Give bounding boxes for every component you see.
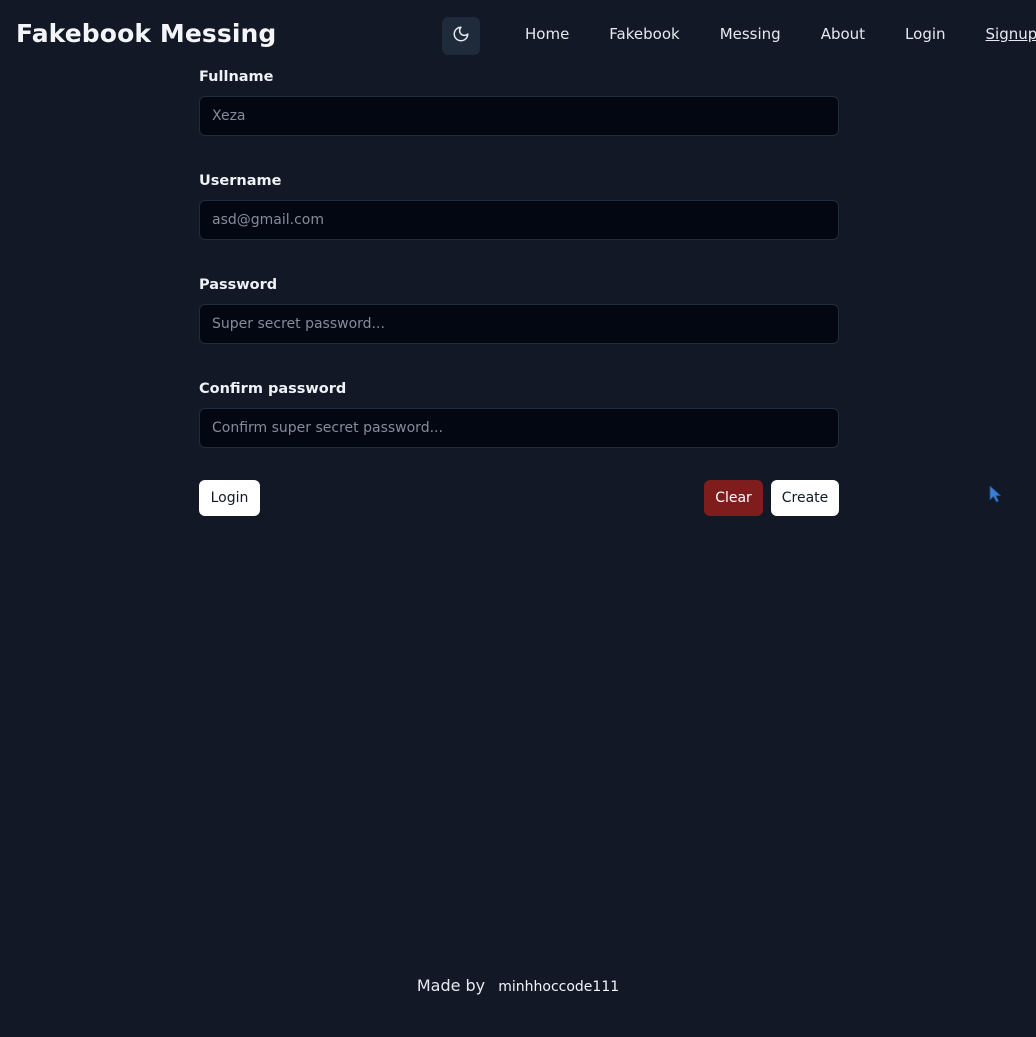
made-by-text: Made by [416,976,486,995]
login-button[interactable]: Login [199,480,260,516]
confirm-password-group: Confirm password [199,379,839,455]
username-group: Username [199,171,839,247]
password-label: Password [199,277,278,293]
brand-title[interactable]: Fakebook Messing [16,19,276,48]
username-label: Username [199,173,282,189]
nav-link-login[interactable]: Login [885,25,965,43]
author-link[interactable]: minhhoccode111 [498,979,619,995]
fullname-group: Fullname [199,67,839,143]
create-button[interactable]: Create [771,480,839,516]
fullname-input[interactable] [199,96,839,136]
moon-icon [452,25,470,47]
username-input[interactable] [199,200,839,240]
confirm-password-input[interactable] [199,408,839,448]
clear-button[interactable]: Clear [704,480,763,516]
theme-toggle-button[interactable] [442,17,480,55]
navbar: Fakebook Messing Home Fakebook Messing A… [0,0,1036,72]
signup-form: Fullname Username Password Confirm passw… [199,66,839,483]
main-nav: Home Fakebook Messing About Login Signup [505,25,1036,43]
confirm-password-label: Confirm password [199,381,347,397]
nav-link-about[interactable]: About [801,25,885,43]
form-actions: Login Clear Create [199,480,839,516]
mouse-cursor-icon [988,484,1002,504]
nav-link-fakebook[interactable]: Fakebook [589,25,699,43]
password-input[interactable] [199,304,839,344]
nav-link-messing[interactable]: Messing [700,25,801,43]
nav-link-signup[interactable]: Signup [966,25,1036,43]
footer: Made by minhhoccode111 [0,976,1036,995]
password-group: Password [199,275,839,351]
fullname-label: Fullname [199,69,274,85]
nav-link-home[interactable]: Home [505,25,589,43]
